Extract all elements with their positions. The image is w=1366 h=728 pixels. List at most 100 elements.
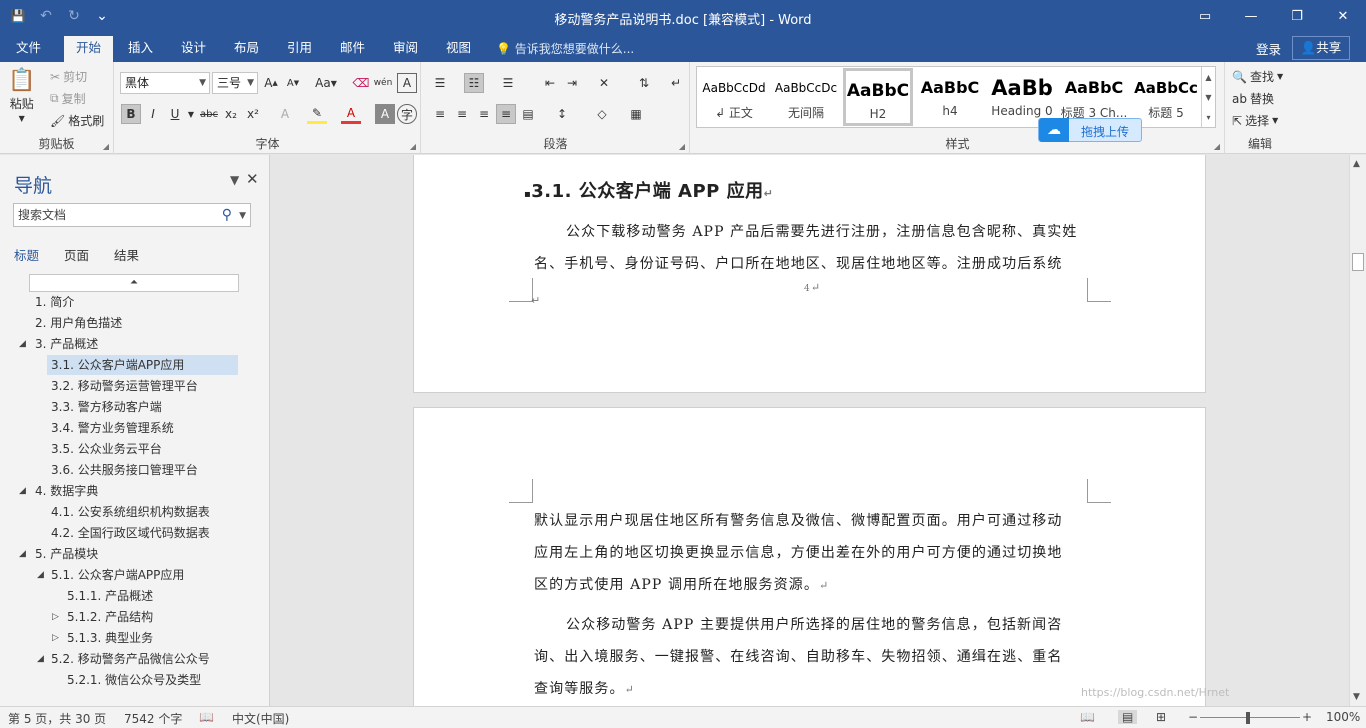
tab-mailings[interactable]: 邮件 [328, 36, 377, 62]
highlight-icon[interactable]: ✎ [307, 104, 327, 124]
language-indicator[interactable]: 中文(中国) [232, 710, 289, 727]
heading-item[interactable]: 3.2. 移动警务运营管理平台 [47, 376, 238, 396]
heading-item[interactable]: 3.1. 公众客户端APP应用 [47, 355, 238, 375]
tab-view[interactable]: 视图 [434, 36, 483, 62]
style-normal[interactable]: AaBbCcDd ↲ 正文 [699, 68, 769, 126]
heading-item[interactable]: 4. 数据字典 [31, 481, 238, 501]
chevron-up-icon[interactable]: ▲ [1353, 159, 1360, 169]
heading-item[interactable]: 2. 用户角色描述 [31, 313, 238, 333]
chinese-layout-icon[interactable]: ✕ [594, 73, 614, 93]
close-icon[interactable]: ✕ [246, 170, 259, 188]
share-button[interactable]: 👤共享 [1292, 36, 1350, 60]
zoom-slider-track[interactable] [1200, 717, 1300, 718]
doc-line[interactable]: 名、手机号、身份证号码、户口所在地地区、现居住地地区等。注册成功后系统 [534, 253, 1063, 273]
section-heading[interactable]: ▪3.1. 公众客户端 APP 应用↵ [524, 177, 773, 203]
zoom-level[interactable]: 100% [1326, 710, 1360, 724]
format-painter-button[interactable]: 🖌 格式刷 [50, 112, 104, 129]
text-effects-icon[interactable]: A [275, 104, 295, 124]
align-right-icon[interactable]: ≡ [474, 104, 494, 124]
heading-item[interactable]: 3.4. 警方业务管理系统 [47, 418, 238, 438]
read-mode-icon[interactable]: 📖 [1080, 710, 1095, 724]
decrease-indent-icon[interactable]: ⇤ [540, 73, 560, 93]
strikethrough-button[interactable]: abc [199, 104, 219, 124]
zoom-in-button[interactable]: + [1302, 710, 1312, 724]
show-marks-icon[interactable]: ↵ [666, 73, 686, 93]
subscript-button[interactable]: x₂ [221, 104, 241, 124]
style-h2[interactable]: AaBbC H2 [843, 68, 913, 126]
tab-references[interactable]: 引用 [275, 36, 324, 62]
heading-item[interactable]: 4.1. 公安系统组织机构数据表 [47, 502, 238, 522]
copy-button[interactable]: ⧉ 复制 [50, 90, 86, 107]
login-link[interactable]: 登录 [1256, 39, 1281, 58]
doc-line[interactable]: 查询等服务。↵ [534, 678, 635, 698]
change-case-button[interactable]: Aa ▼ [311, 73, 341, 93]
italic-button[interactable]: I [143, 104, 163, 124]
sort-icon[interactable]: ⇅ [634, 73, 654, 93]
heading-item[interactable]: 5.1.1. 产品概述 [63, 586, 238, 606]
heading-item[interactable]: 5.1.2. 产品结构 [63, 607, 238, 627]
collapse-toggle-icon[interactable]: ◢ [37, 565, 44, 585]
superscript-button[interactable]: x² [243, 104, 263, 124]
close-button[interactable]: ✕ [1320, 0, 1366, 32]
character-shading-icon[interactable]: A [375, 104, 395, 124]
heading-item[interactable]: 5.2.1. 微信公众号及类型 [63, 670, 238, 690]
heading-item[interactable]: 3. 产品概述 [31, 334, 238, 354]
collapse-toggle-icon[interactable]: ◢ [37, 649, 44, 669]
ribbon-display-options-icon[interactable]: ▭ [1182, 0, 1228, 32]
dialog-launcher-icon[interactable]: ◢ [1214, 142, 1220, 151]
numbering-icon[interactable]: ☷ [464, 73, 484, 93]
enclose-character-icon[interactable]: 字 [397, 104, 417, 124]
find-button[interactable]: 🔍 查找 ▼ [1232, 68, 1283, 85]
collapse-toggle-icon[interactable]: ◢ [19, 544, 26, 564]
character-border-icon[interactable]: A [397, 73, 417, 93]
bullets-icon[interactable]: ☰ [430, 73, 450, 93]
collapse-toggle-icon[interactable]: ◢ [19, 334, 26, 354]
tab-design[interactable]: 设计 [169, 36, 218, 62]
heading-item[interactable]: 5.1.3. 典型业务 [63, 628, 238, 648]
line-spacing-icon[interactable]: ↕ [552, 104, 572, 124]
grow-font-icon[interactable]: A ▲ [261, 73, 281, 93]
tab-review[interactable]: 审阅 [381, 36, 430, 62]
heading-item[interactable]: 5.1. 公众客户端APP应用 [47, 565, 238, 585]
cut-button[interactable]: ✂ 剪切 [50, 68, 87, 85]
doc-line[interactable]: 公众移动警务 APP 主要提供用户所选择的居住地的警务信息，包括新闻咨 [566, 614, 1062, 634]
select-button[interactable]: ⇱ 选择 ▼ [1232, 112, 1278, 129]
scrollbar-thumb[interactable] [1352, 253, 1364, 271]
expand-toggle-icon[interactable]: ▷ [52, 607, 59, 627]
doc-line[interactable]: 询、出入境服务、一键报警、在线咨询、自助移车、失物招领、通缉在逃、重名 [534, 646, 1063, 666]
chevron-down-icon[interactable]: ▼ [230, 173, 239, 187]
clear-formatting-icon[interactable]: ⌫ [351, 73, 371, 93]
heading-item[interactable]: 5. 产品模块 [31, 544, 238, 564]
doc-line[interactable]: 默认显示用户现居住地区所有警务信息及微信、微博配置页面。用户可通过移动 [534, 510, 1063, 530]
doc-line[interactable]: 应用左上角的地区切换更换显示信息，方便出差在外的用户可方便的通过切换地 [534, 542, 1063, 562]
heading-item[interactable]: 1. 简介 [31, 292, 238, 312]
word-count[interactable]: 7542 个字 [124, 710, 182, 727]
justify-icon[interactable]: ≡ [496, 104, 516, 124]
bold-button[interactable]: B [121, 104, 141, 124]
dialog-launcher-icon[interactable]: ◢ [679, 142, 685, 151]
shrink-font-icon[interactable]: A ▼ [283, 73, 303, 93]
phonetic-guide-icon[interactable]: wén [373, 73, 393, 93]
chevron-down-icon[interactable]: ▼ [1353, 692, 1360, 702]
upload-pill[interactable]: ☁ 拖拽上传 [1038, 118, 1142, 142]
collapse-toggle-icon[interactable]: ◢ [19, 481, 26, 501]
vertical-scrollbar[interactable]: ▲ ▼ [1349, 155, 1366, 706]
zoom-out-button[interactable]: − [1188, 710, 1198, 724]
expand-toggle-icon[interactable]: ▷ [52, 628, 59, 648]
heading-item[interactable]: 3.3. 警方移动客户端 [47, 397, 238, 417]
style-heading-5[interactable]: AaBbCc 标题 5 [1131, 68, 1201, 126]
tell-me-box[interactable]: 💡 告诉我您想要做什么... [496, 40, 634, 57]
gallery-more-icon[interactable]: ▾ [1206, 113, 1210, 122]
increase-indent-icon[interactable]: ⇥ [562, 73, 582, 93]
shading-icon[interactable]: ◇ [592, 104, 612, 124]
font-color-icon[interactable]: A [341, 104, 361, 124]
page-count[interactable]: 第 5 页，共 30 页 [8, 710, 106, 727]
dialog-launcher-icon[interactable]: ◢ [103, 142, 109, 151]
chevron-down-icon[interactable]: ▼ [181, 104, 201, 124]
print-layout-icon[interactable]: ▤ [1118, 710, 1138, 724]
heading-item[interactable]: 4.2. 全国行政区域代码数据表 [47, 523, 238, 543]
borders-icon[interactable]: ▦ [626, 104, 646, 124]
heading-item[interactable]: 3.6. 公共服务接口管理平台 [47, 460, 238, 480]
gallery-scroll[interactable]: ▲ ▼ ▾ [1201, 67, 1215, 127]
style-no-spacing[interactable]: AaBbCcDc 无间隔 [771, 68, 841, 126]
